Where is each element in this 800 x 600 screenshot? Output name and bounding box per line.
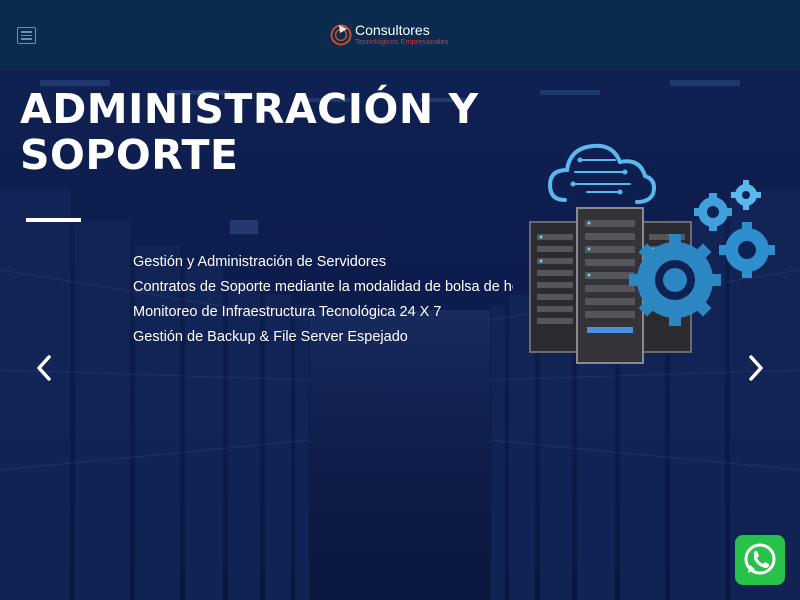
brand-name: Consultores bbox=[355, 22, 430, 38]
slide-title-line-1: ADMINISTRACIÓN Y bbox=[20, 85, 479, 133]
brand-tagline: Tecnológicos Empresariales bbox=[355, 37, 449, 46]
slide-title: ADMINISTRACIÓN Y SOPORTE bbox=[20, 86, 479, 178]
whatsapp-icon bbox=[744, 543, 776, 575]
hero-slider: ADMINISTRACIÓN Y SOPORTE Gestión y Admin… bbox=[0, 70, 800, 600]
service-item: Contratos de Soporte mediante la modalid… bbox=[133, 279, 513, 295]
slide-title-line-2: SOPORTE bbox=[20, 131, 239, 179]
service-item: Monitoreo de Infraestructura Tecnológica… bbox=[133, 304, 442, 320]
site-header: Consultores Tecnológicos Empresariales bbox=[0, 0, 800, 70]
service-item: Gestión de Backup & File Server Espejado bbox=[133, 329, 408, 345]
title-underline bbox=[26, 218, 81, 222]
gears-icon bbox=[629, 180, 775, 326]
chevron-left-icon[interactable] bbox=[30, 353, 60, 383]
service-item: Gestión y Administración de Servidores bbox=[133, 254, 387, 270]
chevron-right-icon[interactable] bbox=[740, 353, 770, 383]
hamburger-menu-icon[interactable] bbox=[17, 27, 36, 44]
cloud-icon bbox=[547, 143, 656, 204]
brand-logo[interactable]: Consultores Tecnológicos Empresariales bbox=[330, 22, 490, 52]
logo-mark-icon bbox=[330, 24, 352, 46]
server-cloud-illustration bbox=[529, 143, 775, 364]
whatsapp-button[interactable] bbox=[735, 535, 785, 585]
services-list: Gestión y Administración de Servidores C… bbox=[133, 250, 513, 350]
